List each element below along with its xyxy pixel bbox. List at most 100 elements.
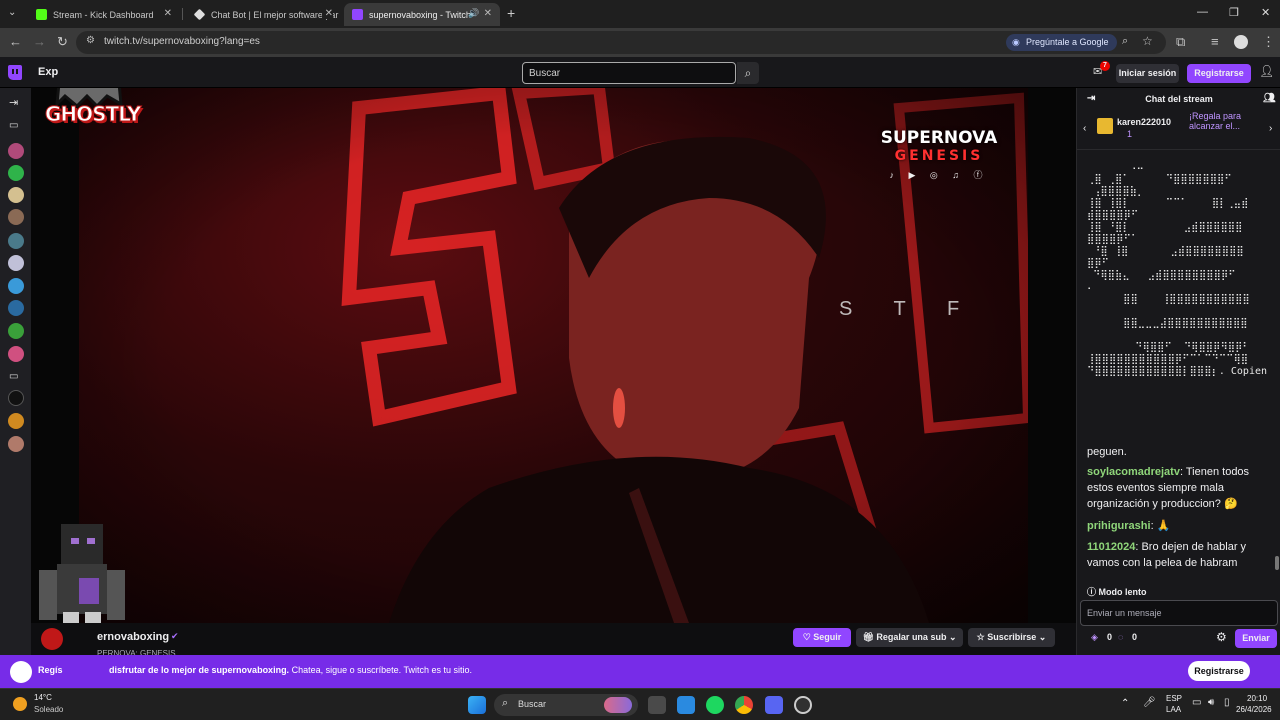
heart-icon: ♡ xyxy=(802,632,814,642)
audio-playing-icon[interactable]: 🔊 xyxy=(468,8,479,19)
subscribe-button[interactable]: ☆ Suscribirse ⌄ xyxy=(968,628,1055,647)
search-input[interactable]: Buscar xyxy=(522,62,736,84)
microsoft-store-icon[interactable] xyxy=(677,696,695,714)
chevron-left-icon[interactable]: ‹ xyxy=(1083,123,1086,134)
media-control-icon[interactable]: ≡ xyxy=(1211,34,1219,49)
channel-avatar[interactable] xyxy=(41,628,63,650)
chat-username[interactable]: prihigurashi xyxy=(1087,520,1151,532)
search-icon[interactable]: ⌕ xyxy=(737,62,759,84)
channel-points-icon[interactable]: ◈ xyxy=(1091,632,1098,643)
gift-user[interactable]: karen222010 xyxy=(1117,117,1171,127)
browser-tab-bar: ⌄ Stream - Kick Dashboard ✕ Chat Bot | E… xyxy=(0,0,1280,28)
site-info-icon[interactable]: ⚙ xyxy=(86,35,95,46)
close-window-icon[interactable]: ✕ xyxy=(1261,6,1270,19)
followed-channel-avatar[interactable] xyxy=(8,255,24,271)
obs-icon[interactable] xyxy=(794,696,812,714)
clock-time[interactable]: 20:10 xyxy=(1247,694,1267,703)
chat-scrollbar[interactable] xyxy=(1275,556,1279,570)
chat-username[interactable]: 11012024 xyxy=(1087,541,1135,553)
new-tab-icon[interactable]: + xyxy=(507,5,515,21)
windows-start-icon[interactable] xyxy=(468,696,486,714)
close-tab-icon[interactable]: ✕ xyxy=(321,8,333,19)
hype-icon[interactable]: ◌ xyxy=(1118,632,1123,642)
spotify-icon[interactable] xyxy=(706,696,724,714)
network-icon[interactable]: ▭ xyxy=(1192,697,1201,708)
followed-channel-avatar[interactable] xyxy=(8,187,24,203)
follow-button[interactable]: ♡ Seguir xyxy=(793,628,851,647)
followed-channel-avatar[interactable] xyxy=(8,413,24,429)
chrome-icon[interactable] xyxy=(735,696,753,714)
discord-icon[interactable] xyxy=(765,696,783,714)
video-player[interactable]: S T F SUPERNOVA GENESIS ♪ ▶ ◎ ♫ ⓕ GHOSTL… xyxy=(31,88,1076,623)
followed-channel-avatar[interactable] xyxy=(8,143,24,159)
language-line2[interactable]: LAA xyxy=(1166,705,1181,714)
followed-channel-avatar[interactable] xyxy=(8,278,24,294)
chevron-right-icon[interactable]: › xyxy=(1269,123,1272,134)
microphone-icon[interactable]: 🎤︎ xyxy=(1143,697,1156,708)
followed-channel-avatar[interactable] xyxy=(8,209,24,225)
extensions-icon[interactable]: ⧉ xyxy=(1176,34,1185,50)
event-title-line1: SUPERNOVA xyxy=(880,128,998,148)
clock-date[interactable]: 26/4/2026 xyxy=(1236,705,1272,714)
verified-badge-icon: ✔ xyxy=(171,631,179,641)
community-icon[interactable]: 👥︎ xyxy=(1263,88,1276,110)
user-menu-icon[interactable]: 👤︎ xyxy=(1259,64,1274,78)
expand-sidenav-icon[interactable]: ⇥ xyxy=(9,96,18,109)
volume-icon[interactable]: 🔊︎ xyxy=(1208,697,1214,708)
followed-channel-avatar[interactable] xyxy=(8,323,24,339)
followed-channel-avatar[interactable] xyxy=(8,436,24,452)
ask-google-button[interactable]: Pregúntale a Google xyxy=(1006,34,1117,51)
followed-channel-avatar[interactable] xyxy=(8,390,24,406)
weather-sun-icon[interactable] xyxy=(13,697,27,711)
send-button[interactable]: Enviar xyxy=(1235,629,1277,648)
show-hidden-icons-icon[interactable]: ⌃ xyxy=(1121,698,1129,709)
gift-prompt[interactable]: ¡Regala para alcanzar el... xyxy=(1189,111,1263,131)
camera-icon[interactable]: ▭ xyxy=(9,120,18,131)
chat-username[interactable]: soylacomadrejatv xyxy=(1087,466,1180,478)
kick-favicon-icon xyxy=(36,9,47,20)
windows-taskbar: 14°C Soleado ⌕ Buscar ⌃ 🎤︎ ESP LAA ▭ 🔊︎ … xyxy=(0,688,1280,720)
event-logo: SUPERNOVA GENESIS ♪ ▶ ◎ ♫ ⓕ xyxy=(879,128,999,181)
tab-kick-dashboard[interactable]: Stream - Kick Dashboard ✕ xyxy=(28,3,180,26)
login-button[interactable]: Iniciar sesión xyxy=(1116,64,1179,83)
gift-leaderboard: ‹ karen222010 1 ¡Regala para alcanzar el… xyxy=(1077,110,1280,150)
close-tab-icon[interactable]: ✕ xyxy=(484,8,492,19)
followed-channel-avatar[interactable] xyxy=(8,346,24,362)
maximize-icon[interactable]: ❐ xyxy=(1229,6,1239,19)
reload-icon[interactable]: ↻ xyxy=(57,34,68,50)
gift-sub-button[interactable]: 🎁︎ Regalar una sub ⌄ xyxy=(856,628,963,647)
task-view-icon[interactable] xyxy=(648,696,666,714)
tab-chat-bot[interactable]: Chat Bot | El mejor software par ✕ xyxy=(186,3,341,26)
chat-message-input[interactable]: Enviar un mensaje xyxy=(1080,600,1278,626)
camera-icon[interactable]: ▭ xyxy=(9,371,18,382)
back-icon[interactable]: ← xyxy=(9,34,22,49)
minimize-icon[interactable]: — xyxy=(1197,6,1208,18)
bookmark-star-icon[interactable]: ☆ xyxy=(1142,34,1153,48)
chat-title: Chat del stream xyxy=(1145,94,1213,104)
explore-link[interactable]: Exp xyxy=(38,66,58,78)
followed-channel-avatar[interactable] xyxy=(8,165,24,181)
followed-channel-avatar[interactable] xyxy=(8,233,24,249)
chat-settings-icon[interactable]: ⚙ xyxy=(1216,630,1227,644)
tab-search-icon[interactable]: ⌄ xyxy=(8,7,16,18)
followed-channel-avatar[interactable] xyxy=(8,300,24,316)
battery-icon[interactable]: ▯ xyxy=(1224,697,1230,708)
twitch-logo-icon[interactable] xyxy=(8,65,22,80)
taskbar-search-input[interactable]: ⌕ Buscar xyxy=(494,694,638,716)
tab-twitch-supernovaboxing[interactable]: supernovaboxing - Twitch 🔊 ✕ xyxy=(344,3,500,26)
signup-button[interactable]: Registrarse xyxy=(1187,64,1251,83)
address-bar[interactable]: ⚙ twitch.tv/supernovaboxing?lang=es Preg… xyxy=(76,31,1166,54)
channel-name[interactable]: ernovaboxing xyxy=(97,631,169,643)
banner-signup-button[interactable]: Registrarse xyxy=(1188,661,1250,681)
notification-badge: 7 xyxy=(1100,61,1110,71)
stream-info-bar: ernovaboxing ✔ PERNOVA: GENESIS ♡ Seguir… xyxy=(31,623,1076,658)
browser-menu-icon[interactable]: ⋮ xyxy=(1262,34,1275,50)
zoom-icon[interactable]: ⌕ xyxy=(1122,35,1128,48)
signup-banner: Regís disfrutar de lo mejor de supernova… xyxy=(0,655,1280,688)
gift-box-icon xyxy=(1097,118,1113,134)
close-tab-icon[interactable]: ✕ xyxy=(164,8,172,19)
profile-avatar[interactable] xyxy=(1234,35,1248,49)
collapse-chat-icon[interactable]: ⇥ xyxy=(1087,88,1095,110)
language-line1[interactable]: ESP xyxy=(1166,694,1182,703)
forward-icon[interactable]: → xyxy=(33,34,46,49)
